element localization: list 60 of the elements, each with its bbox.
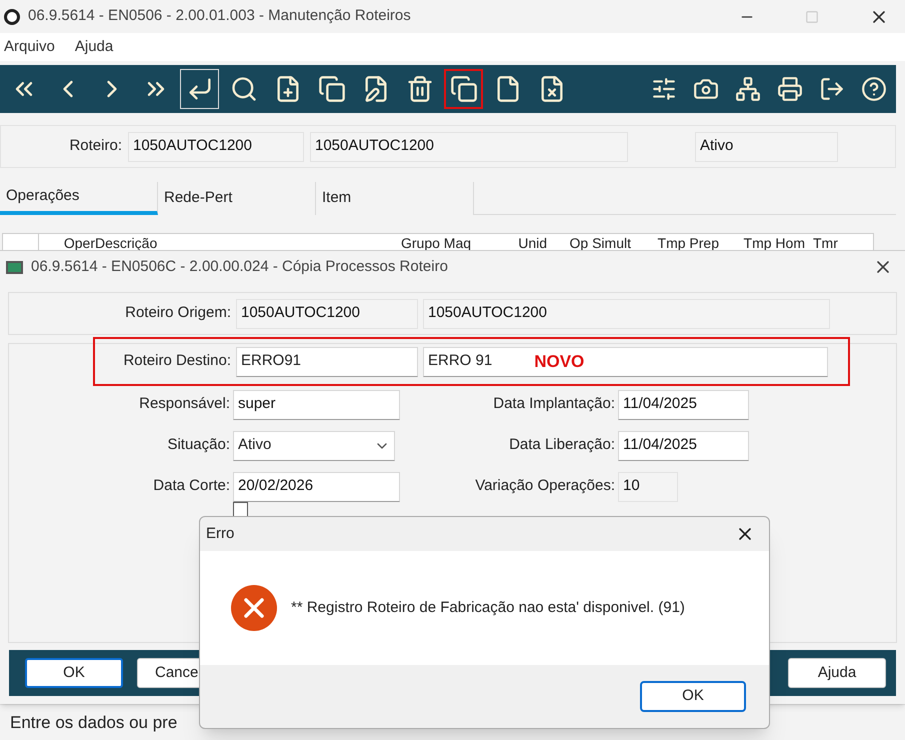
help-icon <box>861 76 887 102</box>
column-header: Tmp Hom <box>742 234 806 252</box>
text-field[interactable]: Ativo <box>695 132 838 162</box>
tab[interactable]: Rede-Pert <box>158 182 316 215</box>
column-header: Tmp Prep <box>656 234 720 252</box>
column-header: Grupo Maq <box>400 234 472 252</box>
menu-item[interactable]: Arquivo <box>4 36 55 58</box>
text-field[interactable]: 1050AUTOC1200 <box>310 132 628 162</box>
exit-icon <box>819 76 845 102</box>
tab[interactable]: Operações <box>0 182 158 215</box>
help-button[interactable]: Ajuda <box>788 658 886 688</box>
trash-icon <box>406 75 434 103</box>
situation-select[interactable]: Ativo <box>233 430 395 460</box>
column-header: Descrição <box>95 234 158 252</box>
field-label: Responsável: <box>138 394 230 414</box>
text-field[interactable]: super <box>233 390 400 420</box>
tree-icon <box>735 76 761 102</box>
field-label: Variação Operações: <box>474 476 615 496</box>
status-text: Entre os dados ou pre <box>10 712 178 734</box>
column-header: Tmr <box>812 234 839 252</box>
column-header: Unid <box>517 234 548 252</box>
text-field[interactable]: 1050AUTOC1200 <box>423 298 830 328</box>
field-label: Roteiro Origem: <box>124 303 231 324</box>
text-field[interactable]: 20/02/2026 <box>233 472 400 502</box>
toolbar-button[interactable] <box>180 69 219 109</box>
field-label: Situação: <box>166 435 230 456</box>
menu-item[interactable]: Ajuda <box>74 36 114 58</box>
text-field[interactable]: 10 <box>618 472 678 502</box>
column-header: Op Simult <box>568 234 632 252</box>
sliders-icon <box>651 76 677 102</box>
toolbar-button[interactable] <box>444 69 483 109</box>
field-label: Data Corte: <box>152 476 230 496</box>
annotation-text: NOVO <box>534 350 584 373</box>
text-field[interactable]: 11/04/2025 <box>618 430 749 460</box>
dialog-button[interactable]: OK <box>25 658 123 688</box>
ok-button[interactable]: OK <box>640 681 746 712</box>
field-value[interactable]: ERRO 91 <box>428 350 492 373</box>
error-icon <box>231 585 277 631</box>
field-label: Data Liberação: <box>508 435 615 456</box>
window-icon <box>6 260 23 274</box>
copy-icon <box>450 75 478 103</box>
tab[interactable]: Item <box>316 182 474 215</box>
window-title: 06.9.5614 - EN0506 - 2.00.01.003 - Manutenção Roteiros <box>28 6 412 26</box>
column-header: Oper <box>62 234 95 252</box>
copy-icon <box>318 75 346 103</box>
field-label: Roteiro Destino: <box>122 351 231 372</box>
app-logo-icon <box>4 8 20 24</box>
text-field[interactable]: 1050AUTOC1200 <box>236 298 418 328</box>
text-field[interactable]: ERRO91 <box>236 346 418 376</box>
search-icon <box>230 75 258 103</box>
text-field[interactable]: 11/04/2025 <box>618 390 749 420</box>
text-field[interactable]: 1050AUTOC1200 <box>128 132 304 162</box>
dialog-title: 06.9.5614 - EN0506C - 2.00.00.024 - Cópia Processos Roteiro <box>31 256 449 277</box>
error-message: ** Registro Roteiro de Fabricação nao esta' disponivel. (91) <box>291 598 685 618</box>
maximize-icon <box>805 10 819 24</box>
dialog-title: Erro <box>206 524 236 544</box>
printer-icon <box>777 76 803 102</box>
field-label: Data Implantação: <box>492 394 615 414</box>
checkbox[interactable] <box>233 502 248 517</box>
field-label: Roteiro: <box>68 136 122 156</box>
